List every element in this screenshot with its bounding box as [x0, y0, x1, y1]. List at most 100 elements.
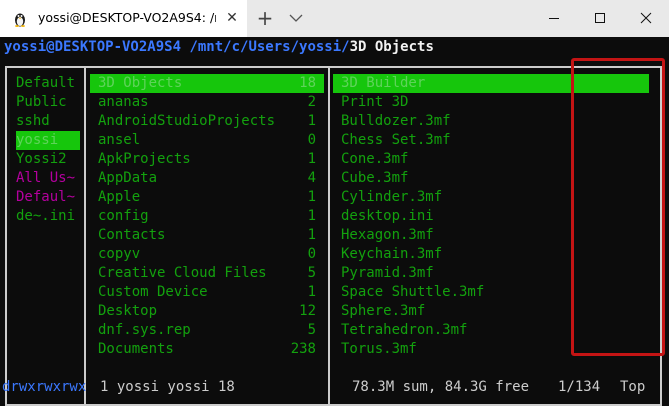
- current-entry[interactable]: ansel 0: [90, 131, 324, 150]
- entry-count: 12: [299, 303, 316, 319]
- entry-name: AppData: [98, 170, 158, 186]
- parent-entry-link[interactable]: Defaul~: [16, 188, 82, 207]
- entry-count: 238: [290, 341, 316, 357]
- status-owner: 1 yossi yossi 18: [100, 379, 235, 395]
- entry-name: Bulldozer.3mf: [341, 113, 451, 129]
- entry-name: Documents: [98, 341, 174, 357]
- entry-name: Chess Set.3mf: [341, 132, 451, 148]
- chevron-down-icon[interactable]: [286, 8, 306, 28]
- maximize-button[interactable]: [577, 0, 623, 36]
- minimize-button[interactable]: [531, 0, 577, 36]
- prompt-line: yossi@DESKTOP-VO2A9S4 /mnt/c/Users/yossi…: [4, 38, 434, 57]
- entry-name: Keychain.3mf: [341, 246, 443, 262]
- current-entry[interactable]: ananas 2: [90, 93, 324, 112]
- entry-name: copyv: [98, 246, 141, 262]
- entry-count: 1: [307, 189, 316, 205]
- current-entry[interactable]: Custom Device 1: [90, 283, 324, 302]
- parent-entry-link[interactable]: All Us~: [16, 169, 82, 188]
- current-entry[interactable]: Desktop 12: [90, 302, 324, 321]
- entry-name: de~.ini: [16, 208, 76, 224]
- prompt-current-dir: 3D Objects: [349, 39, 434, 55]
- entry-count: 1: [307, 208, 316, 224]
- status-permissions: drwxrwxrwx: [2, 379, 87, 395]
- entry-name: dnf.sys.rep: [98, 322, 191, 338]
- close-window-button[interactable]: [623, 0, 669, 36]
- entry-count: 18: [299, 75, 316, 91]
- entry-name: ansel: [98, 132, 141, 148]
- entry-count: 4: [307, 170, 316, 186]
- entry-count: 1: [307, 284, 316, 300]
- entry-name: Defaul~: [16, 189, 76, 205]
- entry-name: AndroidStudioProjects: [98, 113, 276, 129]
- status-position: 1/134: [558, 379, 601, 395]
- status-disk-summary: 78.3M sum, 84.3G free: [352, 379, 530, 395]
- entry-name: Sphere.3mf: [341, 303, 426, 319]
- entry-name: Desktop: [98, 303, 158, 319]
- prompt-user-host: yossi@DESKTOP-VO2A9S4: [4, 39, 182, 55]
- current-entry[interactable]: Contacts 1: [90, 226, 324, 245]
- column-divider-1: [84, 68, 86, 404]
- tab-close-button[interactable]: ✕: [222, 8, 242, 28]
- maximize-icon: [595, 13, 605, 23]
- current-directory-column: 3D Objects 18 ananas 2 AndroidStudioProjec…: [90, 74, 324, 359]
- current-entry[interactable]: copyv 0: [90, 245, 324, 264]
- entry-name: Cylinder.3mf: [341, 189, 443, 205]
- current-entry[interactable]: Documents 238: [90, 340, 324, 359]
- entry-name: 3D Objects: [98, 75, 183, 91]
- minimize-icon: [549, 18, 559, 19]
- entry-name: Cube.3mf: [341, 170, 409, 186]
- parent-entry[interactable]: Public: [16, 93, 82, 112]
- close-icon: [640, 12, 652, 24]
- entry-name: Pyramid.3mf: [341, 265, 434, 281]
- entry-name: Default: [16, 75, 76, 91]
- entry-name: Custom Device: [98, 284, 208, 300]
- parent-directory-column: Default Public sshd yossi Yossi2 All Us~…: [16, 74, 82, 226]
- entry-name: config: [98, 208, 149, 224]
- tux-linux-icon: [15, 13, 25, 27]
- parent-entry[interactable]: sshd: [16, 112, 82, 131]
- column-divider-2: [328, 68, 330, 404]
- entry-name: ananas: [98, 94, 149, 110]
- entry-count: 0: [307, 132, 316, 148]
- entry-name: 3D Builder: [341, 75, 426, 91]
- status-scroll: Top: [620, 379, 646, 395]
- entry-count: 1: [307, 227, 316, 243]
- entry-name: Space Shuttle.3mf: [341, 284, 485, 300]
- parent-entry[interactable]: Yossi2: [16, 150, 82, 169]
- entry-name: Cone.3mf: [341, 151, 409, 167]
- title-bar: yossi@DESKTOP-VO2A9S4: /mr ✕ +: [0, 0, 669, 37]
- prompt-path: /mnt/c/Users/yossi/: [181, 39, 350, 55]
- entry-count: 2: [307, 94, 316, 110]
- current-entry-selected[interactable]: 3D Objects 18: [90, 74, 324, 93]
- entry-count: 0: [307, 246, 316, 262]
- current-entry[interactable]: Apple 1: [90, 188, 324, 207]
- entry-count: 5: [307, 265, 316, 281]
- entry-name: Yossi2: [16, 151, 67, 167]
- tab-title: yossi@DESKTOP-VO2A9S4: /mr: [38, 10, 216, 25]
- parent-entry[interactable]: de~.ini: [16, 207, 82, 226]
- entry-name: Print 3D: [341, 94, 409, 110]
- entry-name: Torus.3mf: [341, 341, 417, 357]
- entry-count: 5: [307, 322, 316, 338]
- new-tab-button[interactable]: +: [255, 8, 275, 28]
- current-entry[interactable]: dnf.sys.rep 5: [90, 321, 324, 340]
- entry-name: Public: [16, 94, 67, 110]
- entry-name: yossi: [16, 132, 59, 148]
- terminal-tab[interactable]: yossi@DESKTOP-VO2A9S4: /mr ✕: [0, 0, 247, 37]
- highlight-annotation-box: [571, 58, 665, 356]
- entry-name: desktop.ini: [341, 208, 434, 224]
- entry-count: 1: [307, 113, 316, 129]
- current-entry[interactable]: config 1: [90, 207, 324, 226]
- parent-entry[interactable]: Default: [16, 74, 82, 93]
- current-entry[interactable]: AppData 4: [90, 169, 324, 188]
- current-entry[interactable]: AndroidStudioProjects 1: [90, 112, 324, 131]
- current-entry[interactable]: ApkProjects 1: [90, 150, 324, 169]
- entry-name: Contacts: [98, 227, 166, 243]
- entry-name: Tetrahedron.3mf: [341, 322, 468, 338]
- current-entry[interactable]: Creative Cloud Files 5: [90, 264, 324, 283]
- parent-entry-selected[interactable]: yossi: [16, 131, 80, 150]
- entry-name: Hexagon.3mf: [341, 227, 434, 243]
- entry-name: Creative Cloud Files: [98, 265, 267, 281]
- entry-count: 1: [307, 151, 316, 167]
- entry-name: ApkProjects: [98, 151, 191, 167]
